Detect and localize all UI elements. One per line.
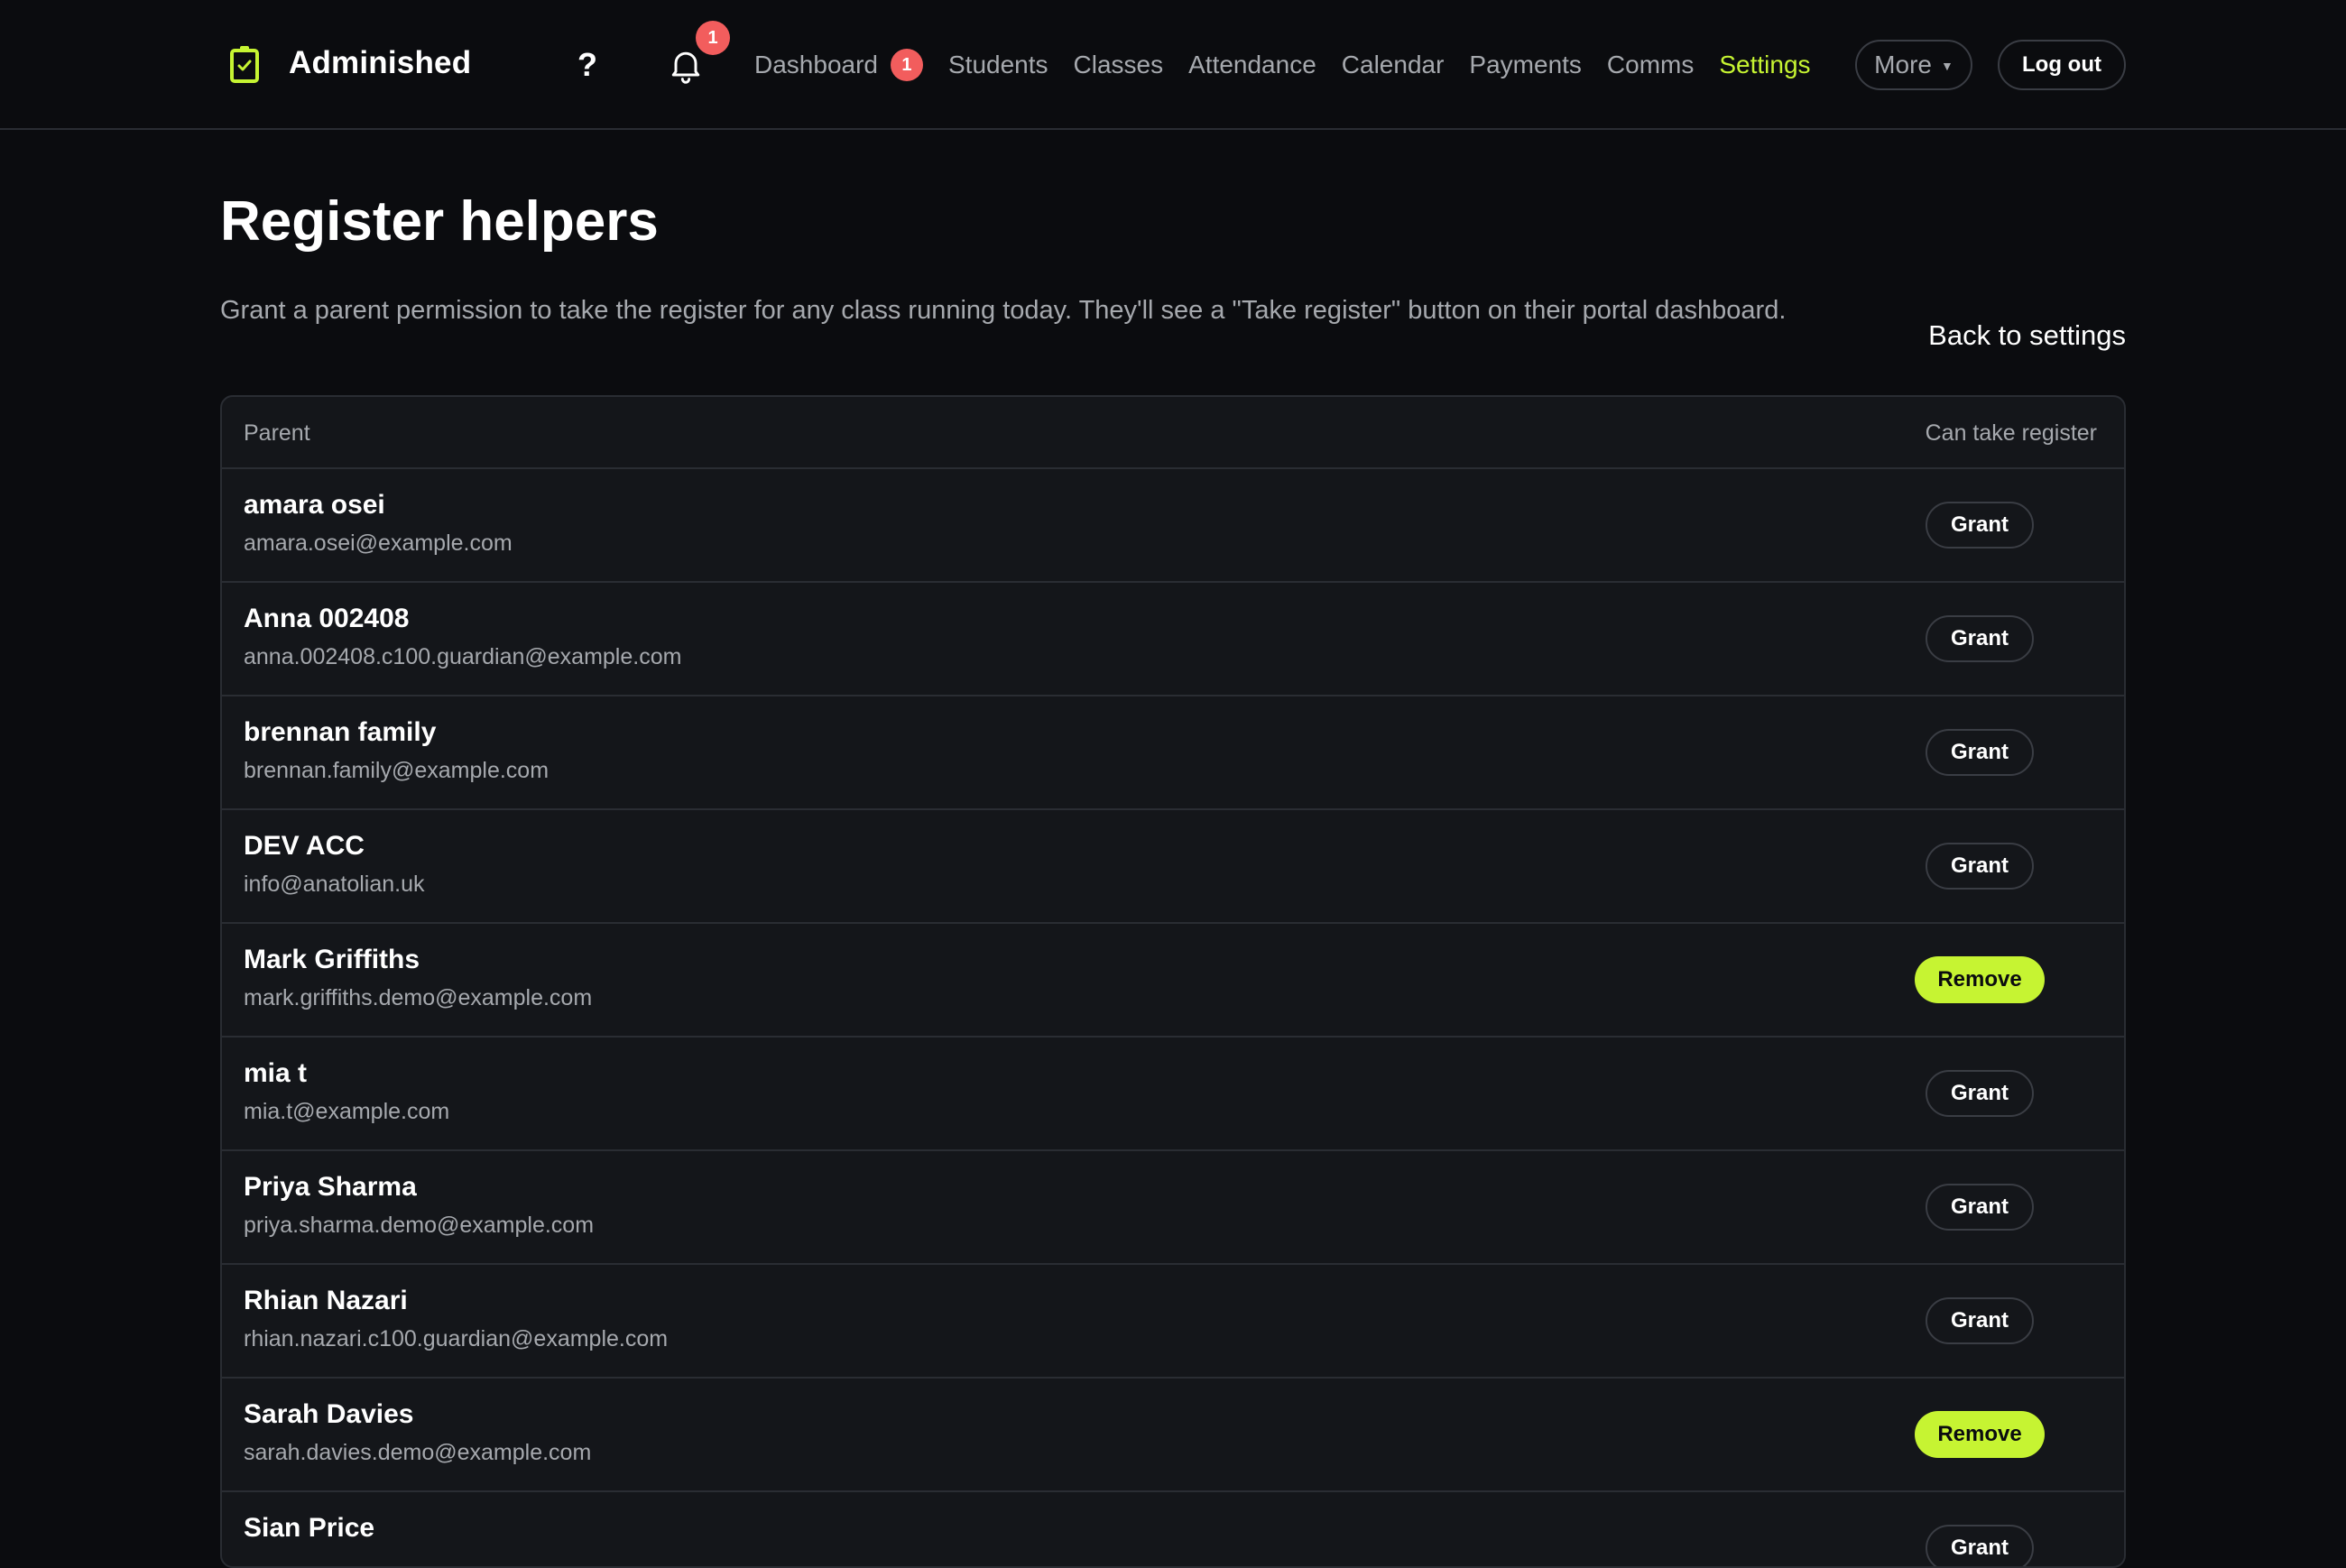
parent-name: mia t	[244, 1058, 308, 1088]
parent-email: priya.sharma.demo@example.com	[244, 1213, 595, 1238]
parent-email: sarah.davies.demo@example.com	[244, 1440, 592, 1465]
bell-icon[interactable]	[666, 45, 706, 85]
table-body: amara osei amara.osei@example.com Grant Ann…	[222, 469, 2124, 1566]
nav-comms[interactable]: Comms	[1607, 47, 1694, 83]
nav-label: Dashboard	[754, 51, 878, 78]
table-header: Parent Can take register	[222, 397, 2124, 469]
parent-email: mia.t@example.com	[244, 1099, 450, 1124]
help-icon[interactable]: ?	[574, 45, 601, 85]
parent-email: amara.osei@example.com	[244, 530, 513, 556]
back-to-settings-link[interactable]: Back to settings	[1895, 316, 2126, 355]
parent-email: brennan.family@example.com	[244, 758, 550, 783]
table-row: Anna 002408 anna.002408.c100.guardian@exa…	[222, 583, 2124, 696]
grant-button[interactable]: Grant	[1926, 1525, 2034, 1566]
parent-name: Anna 002408	[244, 604, 410, 633]
register-helpers-table: Parent Can take register amara osei amara…	[220, 395, 2126, 1568]
remove-button[interactable]: Remove	[1915, 956, 2045, 1003]
parent-name: Rhian Nazari	[244, 1286, 408, 1315]
page-title: Register helpers	[220, 190, 659, 253]
parent-name: amara osei	[244, 490, 385, 520]
table-row: Sian Price Grant	[222, 1492, 2124, 1566]
parent-name: DEV ACC	[244, 831, 365, 861]
table-row: Sarah Davies sarah.davies.demo@example.co…	[222, 1379, 2124, 1492]
notifications-badge: 1	[696, 21, 730, 55]
page-description: Grant a parent permission to take the re…	[220, 296, 1787, 325]
clipboard-check-icon	[230, 46, 259, 83]
grant-button[interactable]: Grant	[1926, 843, 2034, 890]
table-row: amara osei amara.osei@example.com Grant	[222, 469, 2124, 583]
nav-calendar[interactable]: Calendar	[1342, 47, 1445, 83]
nav-attendance[interactable]: Attendance	[1188, 47, 1316, 83]
parent-email: anna.002408.c100.guardian@example.com	[244, 644, 682, 669]
caret-down-icon: ▼	[1940, 59, 1953, 73]
app-name[interactable]: Adminished	[289, 43, 471, 83]
table-row: brennan family brennan.family@example.com…	[222, 696, 2124, 810]
table-row: Rhian Nazari rhian.nazari.c100.guardian@e…	[222, 1265, 2124, 1379]
logout-button[interactable]: Log out	[1998, 40, 2126, 90]
parent-name: brennan family	[244, 717, 437, 747]
parent-name: Sarah Davies	[244, 1399, 414, 1429]
parent-name: Priya Sharma	[244, 1172, 417, 1202]
table-row: mia t mia.t@example.com Grant	[222, 1038, 2124, 1151]
table-row: Mark Griffiths mark.griffiths.demo@exampl…	[222, 924, 2124, 1038]
nav-classes[interactable]: Classes	[1074, 47, 1164, 83]
grant-button[interactable]: Grant	[1926, 502, 2034, 549]
grant-button[interactable]: Grant	[1926, 615, 2034, 662]
table-row: DEV ACC info@anatolian.uk Grant	[222, 810, 2124, 924]
table-row: Priya Sharma priya.sharma.demo@example.co…	[222, 1151, 2124, 1265]
nav-badge: 1	[890, 49, 923, 81]
parent-email: mark.griffiths.demo@example.com	[244, 985, 593, 1010]
remove-button[interactable]: Remove	[1915, 1411, 2045, 1458]
grant-button[interactable]: Grant	[1926, 1070, 2034, 1117]
column-header-can-take-register: Can take register	[1925, 420, 2097, 446]
main-nav: Dashboard 1 Students Classes Attendance …	[754, 0, 1836, 130]
nav-students[interactable]: Students	[948, 47, 1048, 83]
nav-dashboard[interactable]: Dashboard 1	[754, 47, 923, 83]
parent-email: info@anatolian.uk	[244, 872, 425, 897]
grant-button[interactable]: Grant	[1926, 1297, 2034, 1344]
top-bar: Adminished ? 1 Dashboard 1 Students Clas…	[0, 0, 2346, 130]
grant-button[interactable]: Grant	[1926, 729, 2034, 776]
parent-name: Mark Griffiths	[244, 945, 420, 974]
parent-email: rhian.nazari.c100.guardian@example.com	[244, 1326, 669, 1351]
column-header-parent: Parent	[244, 420, 310, 446]
grant-button[interactable]: Grant	[1926, 1184, 2034, 1231]
more-label: More	[1874, 51, 1932, 78]
nav-payments[interactable]: Payments	[1469, 47, 1582, 83]
nav-settings[interactable]: Settings	[1719, 47, 1810, 83]
more-menu-button[interactable]: More ▼	[1855, 40, 1972, 90]
parent-name: Sian Price	[244, 1513, 375, 1543]
